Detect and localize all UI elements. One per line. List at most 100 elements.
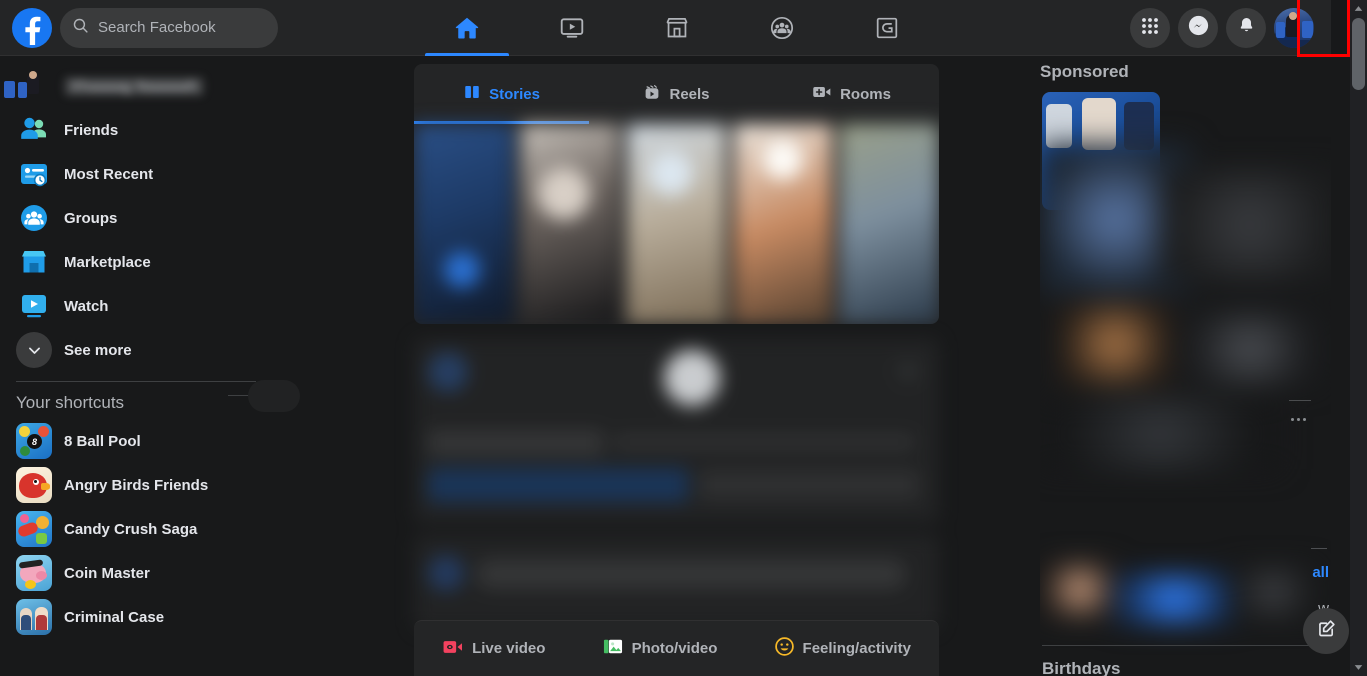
candy-crush-icon [16, 511, 52, 547]
notifications-button[interactable] [1226, 8, 1266, 48]
watch-icon [16, 288, 52, 324]
story-tile[interactable] [414, 124, 513, 324]
sidebar-item-label: Friends [64, 121, 119, 139]
shortcut-label: Angry Birds Friends [64, 476, 209, 494]
sidebar-shortcut-criminal-case[interactable]: Criminal Case [8, 595, 392, 639]
scroll-up-arrow[interactable] [1350, 0, 1367, 17]
composer-feeling-activity-button[interactable]: Feeling/activity [764, 630, 921, 667]
scroll-down-arrow[interactable] [1350, 659, 1367, 676]
post-composer-bar[interactable] [476, 559, 906, 589]
friends-icon [16, 112, 52, 148]
nav-tab-home[interactable] [414, 0, 519, 56]
composer-label: Live video [472, 640, 546, 657]
shortcut-label: Candy Crush Saga [64, 520, 198, 538]
right-sidebar-lower: all w Birthdays [1040, 532, 1331, 676]
nav-tab-gaming[interactable] [834, 0, 939, 56]
stories-carousel[interactable] [414, 124, 939, 324]
sidebar-shortcut-coin-master[interactable]: Coin Master [8, 551, 392, 595]
sidebar-item-groups[interactable]: Groups [8, 196, 392, 240]
sidebar-item-see-more[interactable]: See more [8, 328, 392, 372]
scrollbar-thumb[interactable] [1352, 18, 1365, 90]
sidebar-item-friends[interactable]: Friends [8, 108, 392, 152]
most-recent-icon [16, 156, 52, 192]
profile-avatar[interactable] [1274, 8, 1314, 48]
main-feed-column: Stories Reels Rooms Live video Photo/vid… [414, 64, 939, 676]
messenger-button[interactable] [1178, 8, 1218, 48]
tab-label: Stories [489, 85, 540, 103]
composer-photo-video-button[interactable]: Photo/video [592, 631, 728, 666]
feed-post[interactable] [414, 338, 939, 523]
story-tile[interactable] [627, 124, 726, 324]
sponsored-content[interactable] [1040, 92, 1331, 532]
sidebar-shortcut-angry-birds-friends[interactable]: Angry Birds Friends [8, 463, 392, 507]
messenger-icon [1188, 15, 1209, 41]
sponsored-separator [1289, 400, 1311, 401]
create-post-button[interactable] [1303, 608, 1349, 654]
story-tile[interactable] [733, 124, 833, 324]
sidebar-item-marketplace[interactable]: Marketplace [8, 240, 392, 284]
bell-icon [1237, 16, 1256, 40]
right-sidebar: Sponsored all w Birthdays [1040, 62, 1331, 676]
see-all-link[interactable]: all [1312, 564, 1329, 581]
story-tile[interactable] [520, 124, 620, 324]
sidebar-item-label: Groups [64, 209, 118, 227]
search-icon [72, 17, 89, 39]
feed-post[interactable] [414, 535, 939, 630]
angry-birds-icon [16, 467, 52, 503]
post-text-line [699, 470, 919, 500]
sidebar-item-label: See more [64, 341, 132, 359]
active-tab-underline [424, 53, 509, 56]
search-box[interactable] [60, 7, 278, 48]
sponsored-blurred-content [1040, 144, 1331, 534]
criminal-case-icon [16, 599, 52, 635]
sidebar-item-label: Most Recent [64, 165, 154, 183]
sidebar-item-most-recent[interactable]: Most Recent [8, 152, 392, 196]
post-link-preview[interactable] [428, 468, 688, 502]
facebook-logo[interactable] [12, 7, 52, 48]
nav-tab-marketplace[interactable] [624, 0, 729, 56]
groups-icon [16, 200, 52, 236]
facebook-app: Xhaaaag Naaaaah Friends [0, 0, 1367, 676]
main-nav-tabs [414, 0, 939, 56]
story-tile[interactable] [840, 124, 939, 324]
nav-tab-watch[interactable] [519, 0, 624, 56]
composer-label: Photo/video [631, 640, 718, 657]
post-author-avatar [428, 555, 464, 591]
stories-reels-rooms-tabs: Stories Reels Rooms [414, 64, 939, 124]
composer-live-video-button[interactable]: Live video [432, 632, 555, 666]
tab-reels[interactable]: Reels [589, 64, 764, 124]
shortcuts-heading: Your shortcuts [16, 393, 125, 412]
sponsored-heading: Sponsored [1040, 62, 1129, 81]
composer-label: Feeling/activity [802, 640, 911, 657]
nav-tab-groups[interactable] [729, 0, 834, 56]
search-input[interactable] [98, 19, 258, 36]
marketplace-icon [16, 244, 52, 280]
contacts-blurred-content [1040, 532, 1331, 642]
panel-edge-divider [1311, 548, 1327, 549]
rooms-video-icon [812, 83, 832, 105]
profile-avatar-icon [4, 68, 52, 104]
sidebar-divider [16, 381, 256, 382]
post-author-avatar [428, 352, 468, 392]
chevron-down-icon [16, 332, 52, 368]
header-right-section [1130, 0, 1331, 56]
stories-card: Stories Reels Rooms [414, 64, 939, 324]
sponsored-options-icon[interactable] [1291, 418, 1306, 421]
sidebar-item-watch[interactable]: Watch [8, 284, 392, 328]
post-text-line [428, 430, 603, 456]
live-video-icon [442, 638, 464, 660]
tab-stories[interactable]: Stories [414, 64, 589, 124]
sidebar-item-profile[interactable]: Xhaaaag Naaaaah [4, 64, 392, 108]
header-left-section [0, 7, 400, 48]
sidebar-shortcut-candy-crush-saga[interactable]: Candy Crush Saga [8, 507, 392, 551]
tab-label: Rooms [840, 85, 891, 103]
right-sidebar-divider [1042, 645, 1314, 646]
feed-posts-area[interactable] [414, 338, 939, 638]
post-options-icon[interactable] [895, 358, 921, 384]
sidebar-shortcut-8-ball-pool[interactable]: 8 Ball Pool [8, 419, 392, 463]
browser-scrollbar[interactable] [1350, 0, 1367, 676]
8-ball-pool-icon [16, 423, 52, 459]
menu-button[interactable] [1130, 8, 1170, 48]
shortcut-label: Coin Master [64, 564, 150, 582]
tab-rooms[interactable]: Rooms [764, 64, 939, 124]
